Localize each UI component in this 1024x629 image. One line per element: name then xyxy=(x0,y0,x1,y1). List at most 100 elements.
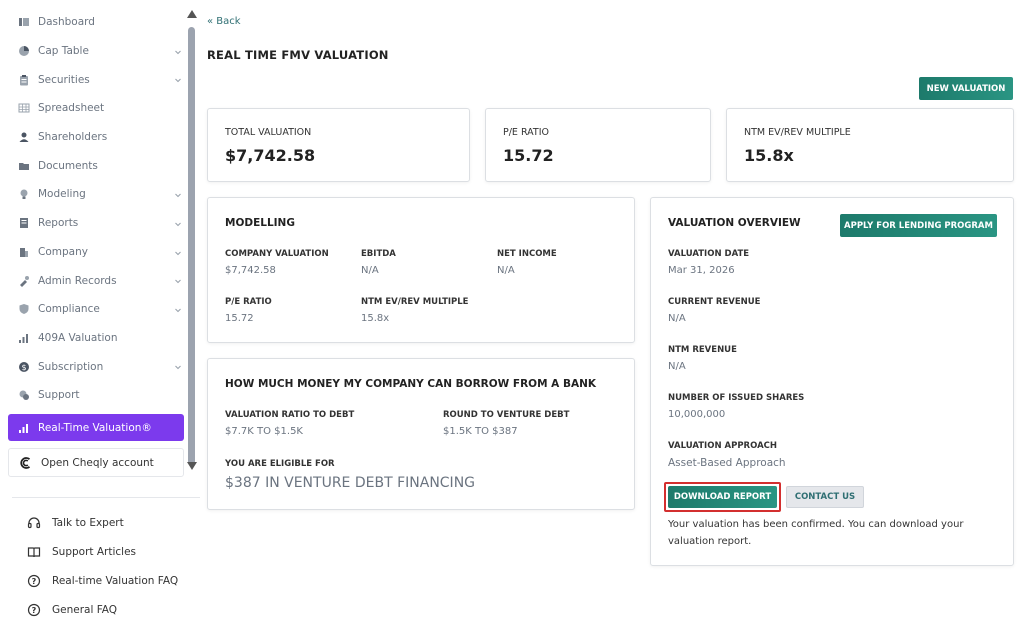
scroll-thumb[interactable] xyxy=(188,27,195,465)
sidebar-item-documents[interactable]: Documents xyxy=(0,151,186,180)
ntm-multiple-label: NTM EV/REV MULTIPLE xyxy=(744,127,851,138)
ebitda-value: N/A xyxy=(361,265,379,276)
sidebar-item-label: Modeling xyxy=(38,188,86,201)
question-icon: ? xyxy=(27,574,41,588)
bulb-icon xyxy=(18,188,30,200)
eligible-value: $387 IN VENTURE DEBT FINANCING xyxy=(225,475,476,491)
modelling-title: MODELLING xyxy=(225,217,295,229)
open-cheqly-account-button[interactable]: Open Cheqly account xyxy=(8,448,184,477)
svg-text:?: ? xyxy=(32,606,37,615)
sidebar-item-label: Dashboard xyxy=(38,16,95,29)
valuation-date-value: Mar 31, 2026 xyxy=(668,265,735,276)
chevron-down-icon[interactable] xyxy=(174,362,182,370)
valuation-date-label: VALUATION DATE xyxy=(668,249,750,259)
round-venture-debt-label: ROUND TO VENTURE DEBT xyxy=(443,410,570,420)
valuation-ratio-label: VALUATION RATIO TO DEBT xyxy=(225,410,355,420)
pe-ratio-value: 15.72 xyxy=(503,146,554,165)
cheqly-logo-icon xyxy=(19,456,33,470)
modelling-pe-label: P/E RATIO xyxy=(225,297,272,307)
sidebar-item-label: Admin Records xyxy=(38,274,117,287)
help-link-general-faq[interactable]: ? General FAQ xyxy=(27,595,197,624)
scroll-down-arrow-icon[interactable] xyxy=(187,462,197,470)
sidebar-item-spreadsheet[interactable]: Spreadsheet xyxy=(0,94,186,123)
chevron-down-icon[interactable] xyxy=(174,305,182,313)
sidebar-item-shareholders[interactable]: Shareholders xyxy=(0,123,186,152)
total-valuation-value: $7,742.58 xyxy=(225,146,316,165)
dollar-icon: $ xyxy=(18,361,30,373)
new-valuation-button[interactable]: NEW VALUATION xyxy=(919,77,1013,100)
round-venture-debt-value: $1.5K TO $387 xyxy=(443,426,518,437)
chart-icon xyxy=(18,332,30,344)
chart-icon xyxy=(18,422,30,434)
sidebar-item-label: Securities xyxy=(38,73,90,86)
sidebar-item-support[interactable]: Support xyxy=(0,381,186,410)
chevron-down-icon[interactable] xyxy=(174,190,182,198)
company-valuation-value: $7,742.58 xyxy=(225,265,276,276)
help-link-support-articles[interactable]: Support Articles xyxy=(27,537,197,566)
help-link-label: Talk to Expert xyxy=(52,516,124,529)
spreadsheet-icon xyxy=(18,102,30,114)
chevron-down-icon[interactable] xyxy=(174,248,182,256)
pie-chart-icon xyxy=(18,45,30,57)
help-link-label: Support Articles xyxy=(52,545,136,558)
download-report-highlight: DOWNLOAD REPORT xyxy=(664,482,781,512)
issued-shares-value: 10,000,000 xyxy=(668,409,726,420)
scroll-up-arrow-icon[interactable] xyxy=(187,10,197,18)
net-income-value: N/A xyxy=(497,265,515,276)
sidebar-item-label: Cap Table xyxy=(38,45,89,58)
sidebar-item-label: Subscription xyxy=(38,360,104,373)
headset-icon xyxy=(27,516,41,530)
sidebar-item-label: Support xyxy=(38,389,80,402)
modelling-pe-value: 15.72 xyxy=(225,313,254,324)
sidebar-item-dashboard[interactable]: Dashboard xyxy=(0,8,186,37)
folder-icon xyxy=(18,160,30,172)
help-link-real-time-valuation-faq[interactable]: ? Real-time Valuation FAQ xyxy=(27,566,197,595)
sidebar-item-label: 409A Valuation xyxy=(38,331,118,344)
contact-us-button[interactable]: CONTACT US xyxy=(786,486,864,508)
chevron-down-icon[interactable] xyxy=(174,75,182,83)
admin-icon xyxy=(18,275,30,287)
chevron-down-icon[interactable] xyxy=(174,276,182,284)
pe-ratio-label: P/E RATIO xyxy=(503,127,550,138)
modelling-ntm-label: NTM EV/REV MULTIPLE xyxy=(361,297,469,307)
help-link-label: Real-time Valuation FAQ xyxy=(52,574,179,587)
download-report-button[interactable]: DOWNLOAD REPORT xyxy=(668,486,777,508)
sidebar-item-label: Compliance xyxy=(38,303,100,316)
cheqly-label: Open Cheqly account xyxy=(41,456,154,469)
sidebar: Dashboard Cap Table Securities Spreadsheet S… xyxy=(0,0,200,629)
report-icon xyxy=(18,217,30,229)
sidebar-item-company[interactable]: Company xyxy=(0,238,186,267)
sidebar-scrollbar[interactable] xyxy=(186,10,197,472)
sidebar-item-label: Reports xyxy=(38,217,79,230)
building-icon xyxy=(18,246,30,258)
sidebar-item-409a-valuation[interactable]: 409A Valuation xyxy=(0,324,186,353)
sidebar-item-label: Company xyxy=(38,245,88,258)
chevron-down-icon[interactable] xyxy=(174,47,182,55)
valuation-approach-label: VALUATION APPROACH xyxy=(668,441,778,451)
sidebar-item-reports[interactable]: Reports xyxy=(0,209,186,238)
sidebar-item-real-time-valuation[interactable]: Real-Time Valuation® xyxy=(8,414,184,441)
net-income-label: NET INCOME xyxy=(497,249,557,259)
chevron-down-icon[interactable] xyxy=(174,219,182,227)
svg-text:$: $ xyxy=(21,362,26,371)
apply-lending-program-button[interactable]: APPLY FOR LENDING PROGRAM xyxy=(840,214,997,237)
borrowing-title: HOW MUCH MONEY MY COMPANY CAN BORROW FRO… xyxy=(225,378,597,390)
sidebar-item-admin-records[interactable]: Admin Records xyxy=(0,266,186,295)
help-link-talk-to-expert[interactable]: Talk to Expert xyxy=(27,508,197,537)
ntm-multiple-card: NTM EV/REV MULTIPLE 15.8x xyxy=(726,108,1014,182)
sidebar-item-modeling[interactable]: Modeling xyxy=(0,180,186,209)
company-valuation-label: COMPANY VALUATION xyxy=(225,249,329,259)
modelling-card: MODELLING COMPANY VALUATION $7,742.58 EB… xyxy=(207,197,635,343)
sidebar-item-subscription[interactable]: $ Subscription xyxy=(0,352,186,381)
valuation-ratio-value: $7.7K TO $1.5K xyxy=(225,426,303,437)
pe-ratio-card: P/E RATIO 15.72 xyxy=(485,108,711,182)
ebitda-label: EBITDA xyxy=(361,249,396,259)
back-link[interactable]: « Back xyxy=(207,16,241,27)
sidebar-item-label: Real-Time Valuation® xyxy=(38,421,152,434)
clipboard-icon xyxy=(18,74,30,86)
sidebar-item-cap-table[interactable]: Cap Table xyxy=(0,37,186,66)
shield-icon xyxy=(18,303,30,315)
sidebar-item-compliance[interactable]: Compliance xyxy=(0,295,186,324)
current-revenue-value: N/A xyxy=(668,313,686,324)
sidebar-item-securities[interactable]: Securities xyxy=(0,65,186,94)
